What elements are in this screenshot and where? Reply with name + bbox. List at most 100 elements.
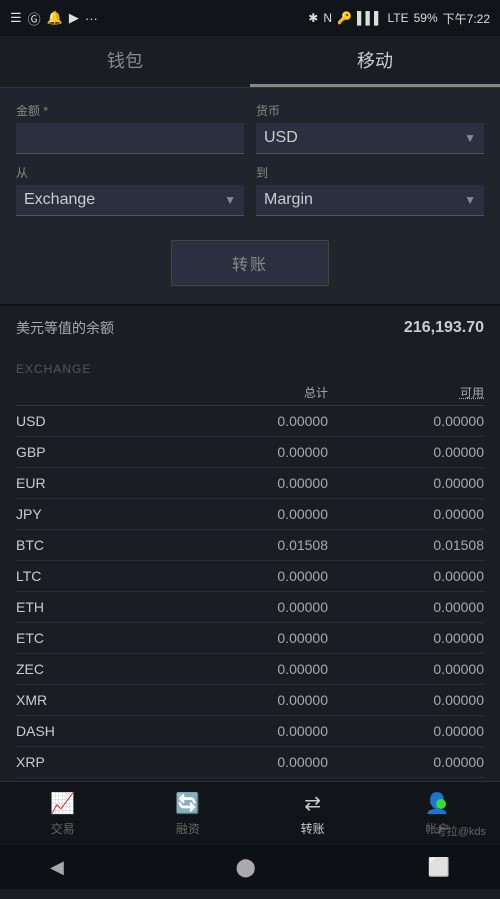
nav-transfer[interactable]: ⇄ 转账 — [301, 791, 325, 837]
dots-icon: ··· — [85, 11, 98, 26]
row-currency: XMR — [16, 692, 172, 708]
table-row: ETH 0.00000 0.00000 — [16, 592, 484, 623]
to-field: 到 Margin ▼ — [256, 164, 484, 216]
row-currency: ETH — [16, 599, 172, 615]
fund-label: 融资 — [176, 820, 200, 837]
table-row: LTC 0.00000 0.00000 — [16, 561, 484, 592]
bluetooth-icon: ✱ — [308, 11, 318, 25]
status-bar: ☰ Ⓖ 🔔 ▶ ··· ✱ Ν 🔑 ▌▌▌ LTE 59% 下午7:22 — [0, 0, 500, 36]
top-tabs: 钱包 移动 — [0, 36, 500, 88]
transfer-label: 转账 — [301, 820, 325, 837]
row-available: 0.00000 — [328, 723, 484, 739]
app-icon: Ⓖ — [28, 9, 41, 28]
row-total: 0.00000 — [172, 661, 328, 677]
row-available: 0.00000 — [328, 630, 484, 646]
form-row-2: 从 Exchange ▼ 到 Margin ▼ — [16, 164, 484, 216]
trade-icon: 📈 — [50, 791, 75, 816]
table-row: XMR 0.00000 0.00000 — [16, 685, 484, 716]
balance-value: 216,193.70 — [404, 319, 484, 337]
row-total: 0.00000 — [172, 754, 328, 770]
row-available: 0.00000 — [328, 568, 484, 584]
currency-select[interactable]: USD ▼ — [256, 123, 484, 154]
system-nav: ◀ ⬤ ⬜ 考拉@kds — [0, 845, 500, 889]
form-area: 金额 * 货币 USD ▼ 从 Exchange ▼ 到 Margin ▼ — [0, 88, 500, 304]
to-dropdown-arrow: ▼ — [464, 193, 476, 207]
key-icon: 🔑 — [337, 11, 352, 25]
row-currency: JPY — [16, 506, 172, 522]
status-left-icons: ☰ Ⓖ 🔔 ▶ ··· — [10, 9, 98, 28]
row-total: 0.00000 — [172, 506, 328, 522]
table-header: 总计 可用 — [16, 378, 484, 406]
transfer-icon: ⇄ — [304, 791, 321, 816]
fund-icon: 🔄 — [175, 791, 200, 816]
tab-move[interactable]: 移动 — [250, 36, 500, 87]
currency-dropdown-arrow: ▼ — [464, 131, 476, 145]
home-button[interactable]: ⬤ — [236, 857, 256, 878]
row-total: 0.00000 — [172, 692, 328, 708]
notification-icon: 🔔 — [47, 10, 63, 26]
time-display: 下午7:22 — [443, 10, 490, 27]
row-currency: BTC — [16, 537, 172, 553]
row-total: 0.00000 — [172, 444, 328, 460]
balance-row: 美元等值的余额 216,193.70 — [16, 318, 484, 338]
brand-label: 考拉@kds — [436, 823, 486, 839]
bottom-nav: 📈 交易 🔄 融资 ⇄ 转账 👤 帐户 — [0, 781, 500, 845]
from-dropdown-arrow: ▼ — [224, 193, 236, 207]
online-dot — [436, 799, 446, 809]
nav-trade[interactable]: 📈 交易 — [50, 791, 75, 837]
to-select[interactable]: Margin ▼ — [256, 185, 484, 216]
to-value: Margin — [264, 191, 313, 209]
from-value: Exchange — [24, 191, 95, 209]
th-total: 总计 — [172, 384, 328, 401]
row-available: 0.00000 — [328, 661, 484, 677]
amount-input[interactable] — [16, 123, 244, 154]
to-label: 到 — [256, 164, 484, 181]
exchange-label: EXCHANGE — [16, 356, 484, 378]
recents-button[interactable]: ⬜ — [428, 857, 450, 878]
from-label: 从 — [16, 164, 244, 181]
row-currency: EUR — [16, 475, 172, 491]
amount-field: 金额 * — [16, 102, 244, 154]
play-icon: ▶ — [69, 10, 79, 26]
currency-value: USD — [264, 129, 298, 147]
currency-label: 货币 — [256, 102, 484, 119]
table-row: GBP 0.00000 0.00000 — [16, 437, 484, 468]
trade-label: 交易 — [51, 820, 75, 837]
transfer-button[interactable]: 转账 — [171, 240, 329, 286]
form-row-1: 金额 * 货币 USD ▼ — [16, 102, 484, 154]
th-available: 可用 — [328, 384, 484, 401]
row-total: 0.00000 — [172, 475, 328, 491]
row-total: 0.00000 — [172, 413, 328, 429]
table-row: XRP 0.00000 0.00000 — [16, 747, 484, 778]
row-available: 0.01508 — [328, 537, 484, 553]
transfer-btn-row: 转账 — [16, 226, 484, 296]
table-row: JPY 0.00000 0.00000 — [16, 499, 484, 530]
tab-wallet[interactable]: 钱包 — [0, 36, 250, 87]
row-currency: USD — [16, 413, 172, 429]
status-right-icons: ✱ Ν 🔑 ▌▌▌ LTE 59% 下午7:22 — [308, 10, 490, 27]
nav-fund[interactable]: 🔄 融资 — [175, 791, 200, 837]
balance-label: 美元等值的余额 — [16, 318, 114, 338]
signal-bars: ▌▌▌ — [357, 11, 383, 25]
table-row: ZEC 0.00000 0.00000 — [16, 654, 484, 685]
row-currency: ETC — [16, 630, 172, 646]
from-select[interactable]: Exchange ▼ — [16, 185, 244, 216]
row-available: 0.00000 — [328, 754, 484, 770]
amount-label: 金额 * — [16, 102, 244, 119]
row-total: 0.00000 — [172, 723, 328, 739]
row-available: 0.00000 — [328, 475, 484, 491]
table-row: DASH 0.00000 0.00000 — [16, 716, 484, 747]
currency-field: 货币 USD ▼ — [256, 102, 484, 154]
table-row: ETC 0.00000 0.00000 — [16, 623, 484, 654]
row-available: 0.00000 — [328, 506, 484, 522]
row-currency: LTC — [16, 568, 172, 584]
back-button[interactable]: ◀ — [50, 857, 64, 878]
lte-badge: LTE — [387, 11, 408, 25]
table-row: USD 0.00000 0.00000 — [16, 406, 484, 437]
table-row: EUR 0.00000 0.00000 — [16, 468, 484, 499]
row-currency: GBP — [16, 444, 172, 460]
row-total: 0.00000 — [172, 599, 328, 615]
account-icon-wrap: 👤 — [425, 791, 450, 816]
row-available: 0.00000 — [328, 692, 484, 708]
table-row: BTC 0.01508 0.01508 — [16, 530, 484, 561]
